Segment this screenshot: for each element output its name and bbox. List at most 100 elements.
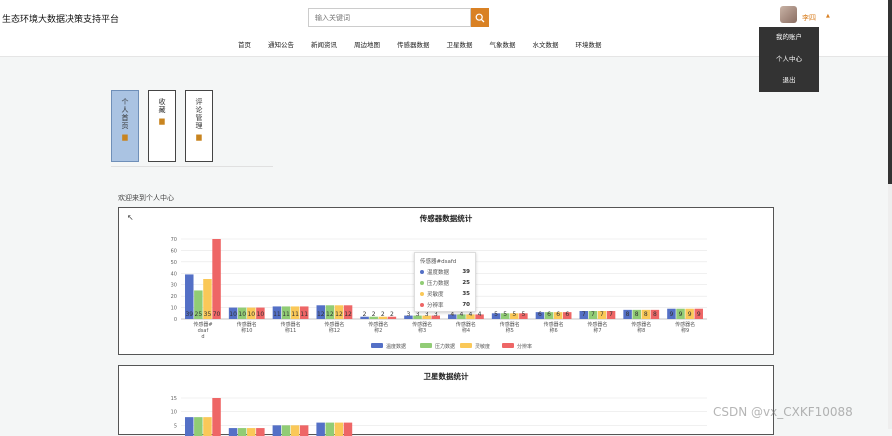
avatar[interactable] [780, 6, 797, 23]
legend-label: 温度数据 [386, 343, 406, 350]
bar-value-label: 12 [335, 311, 343, 318]
bar-value-label: 2 [381, 311, 385, 318]
bar-value-label: 3 [425, 311, 429, 318]
y-tick-label: 30 [171, 283, 177, 289]
nav-item-weather[interactable]: 气象数据 [490, 39, 516, 49]
bar-value-label: 11 [273, 311, 281, 318]
bar-value-label: 3 [434, 311, 438, 318]
x-tick-label: 称11 [285, 327, 296, 334]
x-tick-label: 称12 [329, 327, 340, 334]
bar-value-label: 6 [565, 311, 569, 318]
tooltip-row: 压力数据 25 [420, 279, 470, 287]
bar [237, 428, 247, 436]
y-tick-label: 10 [171, 410, 177, 416]
bar-value-label: 7 [591, 311, 595, 318]
bar [290, 425, 300, 436]
legend-label: 灵敏度 [475, 343, 490, 350]
side-tabs: 个人首页 ▆ 收藏 ▆ 评论管理 ▆ [111, 90, 213, 162]
x-tick-label: 称5 [506, 327, 514, 334]
bar [334, 422, 344, 436]
bar [316, 422, 325, 436]
x-tick-label: 传感器名 [587, 321, 607, 328]
search-input[interactable] [308, 8, 471, 27]
bar-value-label: 7 [582, 311, 586, 318]
scrollbar-thumb[interactable] [888, 0, 892, 184]
x-tick-label: 传感器名 [237, 321, 257, 328]
bar [299, 425, 309, 436]
bar-value-label: 11 [300, 311, 308, 318]
nav-item-hydrology[interactable]: 水文数据 [533, 39, 559, 49]
folder-icon: ▆ [159, 117, 165, 125]
bar-value-label: 5 [503, 311, 507, 318]
legend-swatch [371, 343, 383, 348]
search-button[interactable] [471, 8, 489, 27]
tab-favorites[interactable]: 收藏 ▆ [148, 90, 176, 162]
bar-value-label: 4 [478, 311, 482, 318]
bar-value-label: 6 [547, 311, 551, 318]
bar-value-label: 7 [600, 311, 604, 318]
bar-value-label: 9 [679, 311, 683, 318]
site-title: 生态环境大数据决策支持平台 [2, 15, 120, 25]
main-nav: 首页 通知公告 新闻资讯 周边地图 传感器数据 卫星数据 气象数据 水文数据 环… [238, 39, 619, 49]
tab-personal-home[interactable]: 个人首页 ▆ [111, 90, 139, 162]
nav-item-satellite[interactable]: 卫星数据 [447, 39, 473, 49]
bar [185, 417, 194, 436]
divider [111, 166, 273, 167]
search-icon [475, 13, 485, 22]
bar-value-label: 10 [257, 311, 265, 318]
bar-value-label: 10 [229, 311, 237, 318]
x-tick-label: 传感器名 [368, 321, 388, 328]
nav-item-news[interactable]: 新闻资讯 [311, 39, 337, 49]
menu-item-personal-center[interactable]: 个人中心 [759, 49, 819, 71]
bar-value-label: 5 [521, 311, 525, 318]
bar-value-label: 4 [469, 311, 473, 318]
series-dot [420, 303, 424, 307]
nav-item-sensor[interactable]: 传感器数据 [397, 39, 430, 49]
watermark: CSDN @vx_CXKF10088 [713, 405, 853, 419]
bar-value-label: 39 [185, 311, 193, 318]
bar-value-label: 2 [363, 311, 367, 318]
menu-item-my-account[interactable]: 我的账户 [759, 27, 819, 49]
username[interactable]: 李四 [802, 13, 816, 23]
x-tick-label: 传感器名 [675, 321, 695, 328]
tooltip-row-name: 压力数据 [427, 281, 450, 287]
bar [247, 428, 256, 436]
nav-item-notice[interactable]: 通知公告 [268, 39, 294, 49]
x-tick-label: 称9 [681, 327, 689, 334]
bar [256, 428, 265, 436]
bar [325, 422, 334, 436]
tooltip-row-value: 35 [462, 291, 470, 297]
y-tick-label: 0 [174, 317, 177, 323]
caret-down-icon[interactable]: ▲ [826, 13, 830, 19]
tooltip-row: 温度数据 39 [420, 268, 470, 276]
bar [272, 425, 282, 436]
chart-tooltip: 传感器#dsafd 温度数据 39 压力数据 25 灵敏度 35 分辨率 70 [414, 252, 476, 312]
y-tick-label: 60 [171, 248, 177, 254]
nav-item-map[interactable]: 周边地图 [354, 39, 380, 49]
menu-item-logout[interactable]: 退出 [759, 70, 819, 92]
bar-value-label: 2 [390, 311, 394, 318]
satellite-chart-panel: 卫星数据统计 5 10 15 [118, 365, 774, 436]
bar-value-label: 70 [213, 311, 221, 318]
x-tick-label: 传感器名 [456, 321, 476, 328]
bar-value-label: 6 [538, 311, 542, 318]
folder-icon: ▆ [122, 133, 128, 141]
y-tick-label: 15 [171, 396, 177, 402]
nav-item-environment[interactable]: 环境数据 [576, 39, 602, 49]
y-tick-label: 20 [171, 294, 177, 300]
tooltip-title: 传感器#dsafd [420, 259, 457, 265]
legend-label: 压力数据 [435, 343, 455, 350]
bar-value-label: 9 [670, 311, 674, 318]
y-tick-label: 50 [171, 260, 177, 266]
series-dot [420, 281, 424, 285]
x-tick-label: 传感器名 [281, 321, 301, 328]
bar-value-label: 12 [317, 311, 325, 318]
tab-comment-management[interactable]: 评论管理 ▆ [185, 90, 213, 162]
bar-value-label: 4 [459, 311, 463, 318]
tooltip-row-name: 温度数据 [427, 270, 450, 276]
x-tick-label: 称10 [241, 327, 252, 334]
y-tick-label: 5 [174, 423, 177, 429]
x-tick-label: 传感器名 [500, 321, 520, 328]
series-dot [420, 292, 424, 296]
nav-item-home[interactable]: 首页 [238, 39, 251, 49]
